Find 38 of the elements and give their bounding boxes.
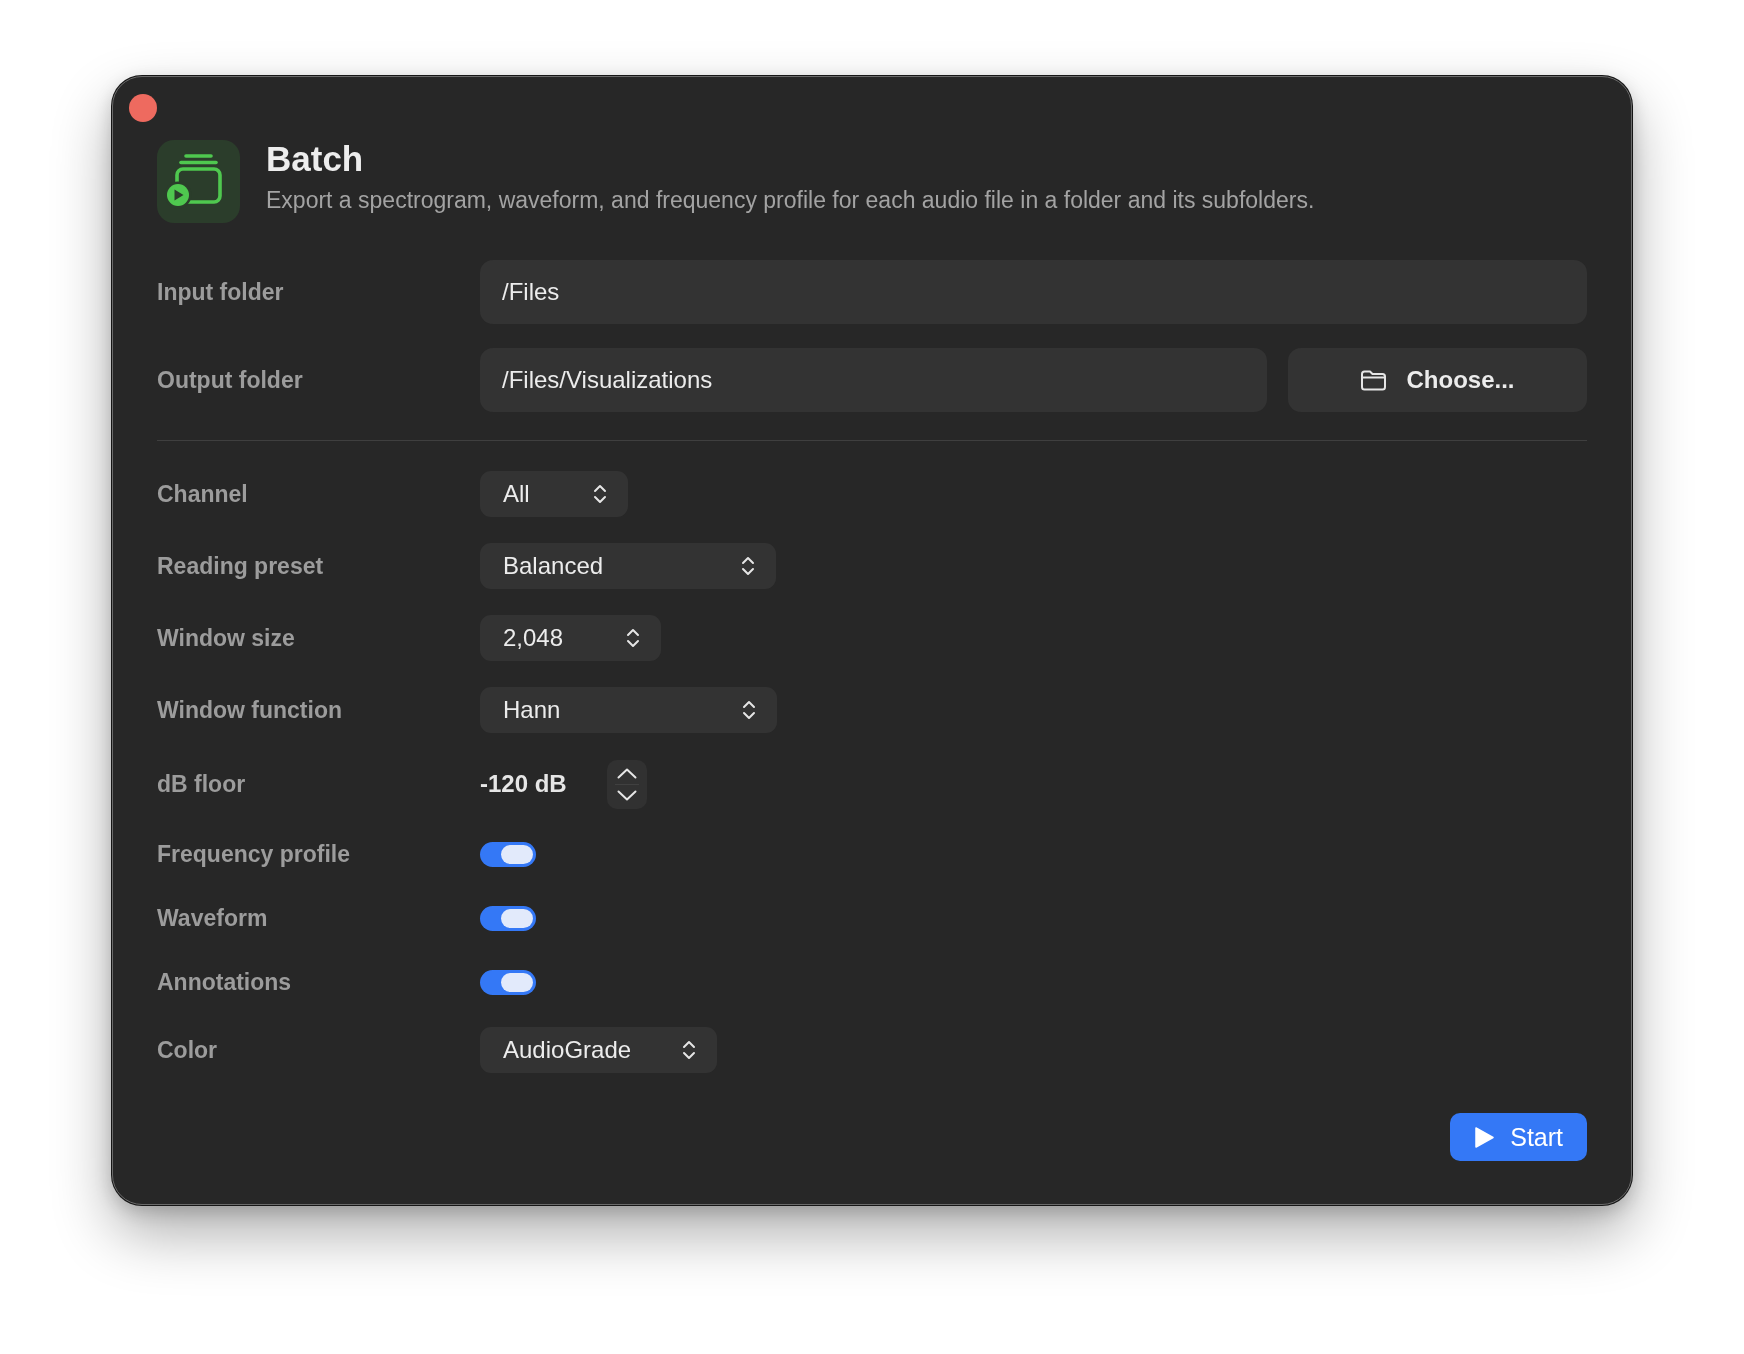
toggle-switch[interactable] [480,969,536,995]
path-field[interactable]: /Files [480,260,1587,324]
chevron-up-down-icon [627,629,639,647]
app-title: Batch [266,139,365,179]
setting-label: Window function [157,696,344,724]
chevron-up-icon[interactable] [616,767,637,779]
setting-label: Window size [157,624,296,652]
value-text: -120 dB [480,770,567,798]
setting-label: Waveform [157,904,269,932]
close-button[interactable] [129,94,157,122]
dropdown[interactable]: Balanced [480,543,776,589]
setting-label: Annotations [157,968,293,996]
field-label: Output folder [157,366,304,394]
setting-label: Frequency profile [157,840,351,868]
field-label: Input folder [157,278,285,306]
description-text: Export a spectrogram, waveform, and frequency profile for each audio file in a folder and its subfolders. [266,186,1315,215]
setting-label: dB floor [157,770,247,798]
chevron-up-down-icon [743,701,755,719]
chevron-up-down-icon [683,1041,695,1059]
dropdown[interactable]: AudioGrade [480,1027,717,1073]
stacked-frames-play-icon [157,140,240,223]
start-button[interactable]: Start [1450,1113,1587,1161]
folder-icon [1360,369,1388,391]
stepper[interactable] [606,759,647,809]
chevron-up-down-icon [594,485,606,503]
path-field[interactable]: /Files/Visualizations [480,348,1267,412]
dropdown[interactable]: Hann [480,687,777,733]
dropdown[interactable]: All [480,471,628,517]
setting-label: Reading preset [157,552,325,580]
chevron-down-icon[interactable] [616,789,637,801]
play-icon [1475,1126,1495,1148]
setting-label: Color [157,1036,219,1064]
setting-label: Channel [157,480,249,508]
chevron-up-down-icon [742,557,754,575]
toggle-switch[interactable] [480,905,536,931]
dropdown[interactable]: 2,048 [480,615,661,661]
choose-button[interactable]: Choose... [1288,348,1587,412]
toggle-switch[interactable] [480,841,536,867]
